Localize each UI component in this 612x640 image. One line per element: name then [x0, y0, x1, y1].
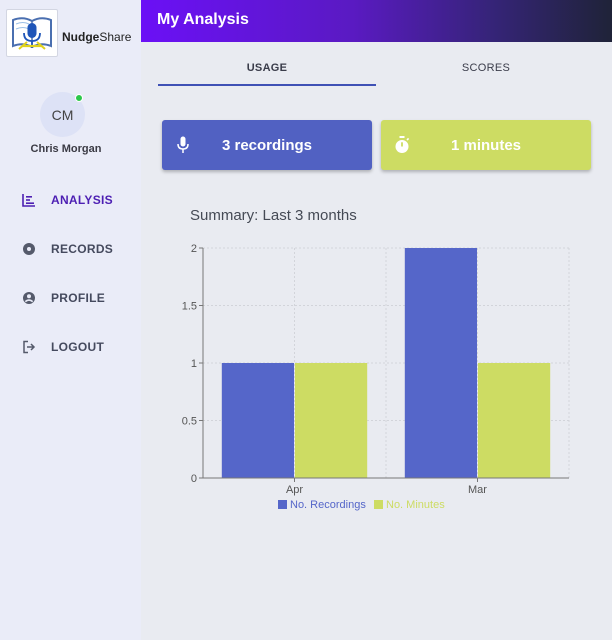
timer-icon [394, 136, 410, 154]
sidebar-item-label: PROFILE [51, 291, 106, 305]
brand-name: NudgeShare [62, 30, 132, 44]
app-header: My Analysis [141, 0, 612, 42]
x-tick-label: Apr [286, 484, 303, 496]
sidebar-item-analysis[interactable]: ANALYSIS [22, 191, 113, 209]
page-title: My Analysis [157, 11, 249, 28]
legend-swatch [278, 500, 287, 509]
legend-label: No. Minutes [386, 499, 445, 511]
bar [404, 248, 477, 478]
legend-swatch [374, 500, 383, 509]
sidebar-item-logout[interactable]: LOGOUT [22, 338, 104, 356]
bar [478, 363, 551, 478]
disc-icon [22, 242, 36, 256]
y-tick-label: 0 [191, 473, 197, 485]
tab-usage[interactable]: USAGE [158, 62, 376, 86]
minutes-stat-card[interactable]: 1 minutes [381, 120, 591, 170]
y-tick-label: 2 [191, 243, 197, 255]
summary-bar-chart: 0 0.5 1 1.5 2 Apr Mar No. Recordings No. Minutes [182, 243, 570, 511]
y-tick-label: 1.5 [182, 301, 197, 313]
y-tick-label: 1 [191, 358, 197, 370]
bar [221, 363, 294, 478]
y-tick-label: 0.5 [182, 416, 197, 428]
legend-label: No. Recordings [290, 499, 366, 511]
tab-scores[interactable]: SCORES [377, 62, 595, 86]
sidebar-item-label: LOGOUT [51, 340, 105, 354]
x-tick-label: Mar [468, 484, 487, 496]
logout-icon [22, 340, 36, 354]
sidebar-item-label: ANALYSIS [51, 193, 113, 207]
microphone-book-logo-icon [12, 17, 52, 50]
microphone-icon [175, 136, 191, 154]
minutes-count: 1 minutes [450, 136, 522, 154]
sidebar-item-records[interactable]: RECORDS [22, 240, 113, 258]
online-status-indicator [75, 94, 83, 102]
sidebar: NudgeShare CM Chris Morgan ANALYSIS RECO… [0, 0, 141, 640]
recordings-count: 3 recordings [221, 136, 313, 154]
chart-title: Summary: Last 3 months [190, 207, 357, 224]
bar-chart-icon [22, 193, 36, 207]
user-name: Chris Morgan [30, 143, 102, 155]
recordings-stat-card[interactable]: 3 recordings [162, 120, 372, 170]
app-logo[interactable] [6, 9, 58, 57]
account-icon [22, 291, 36, 305]
sidebar-item-profile[interactable]: PROFILE [22, 289, 105, 307]
sidebar-item-label: RECORDS [51, 242, 114, 256]
bar [295, 363, 368, 478]
